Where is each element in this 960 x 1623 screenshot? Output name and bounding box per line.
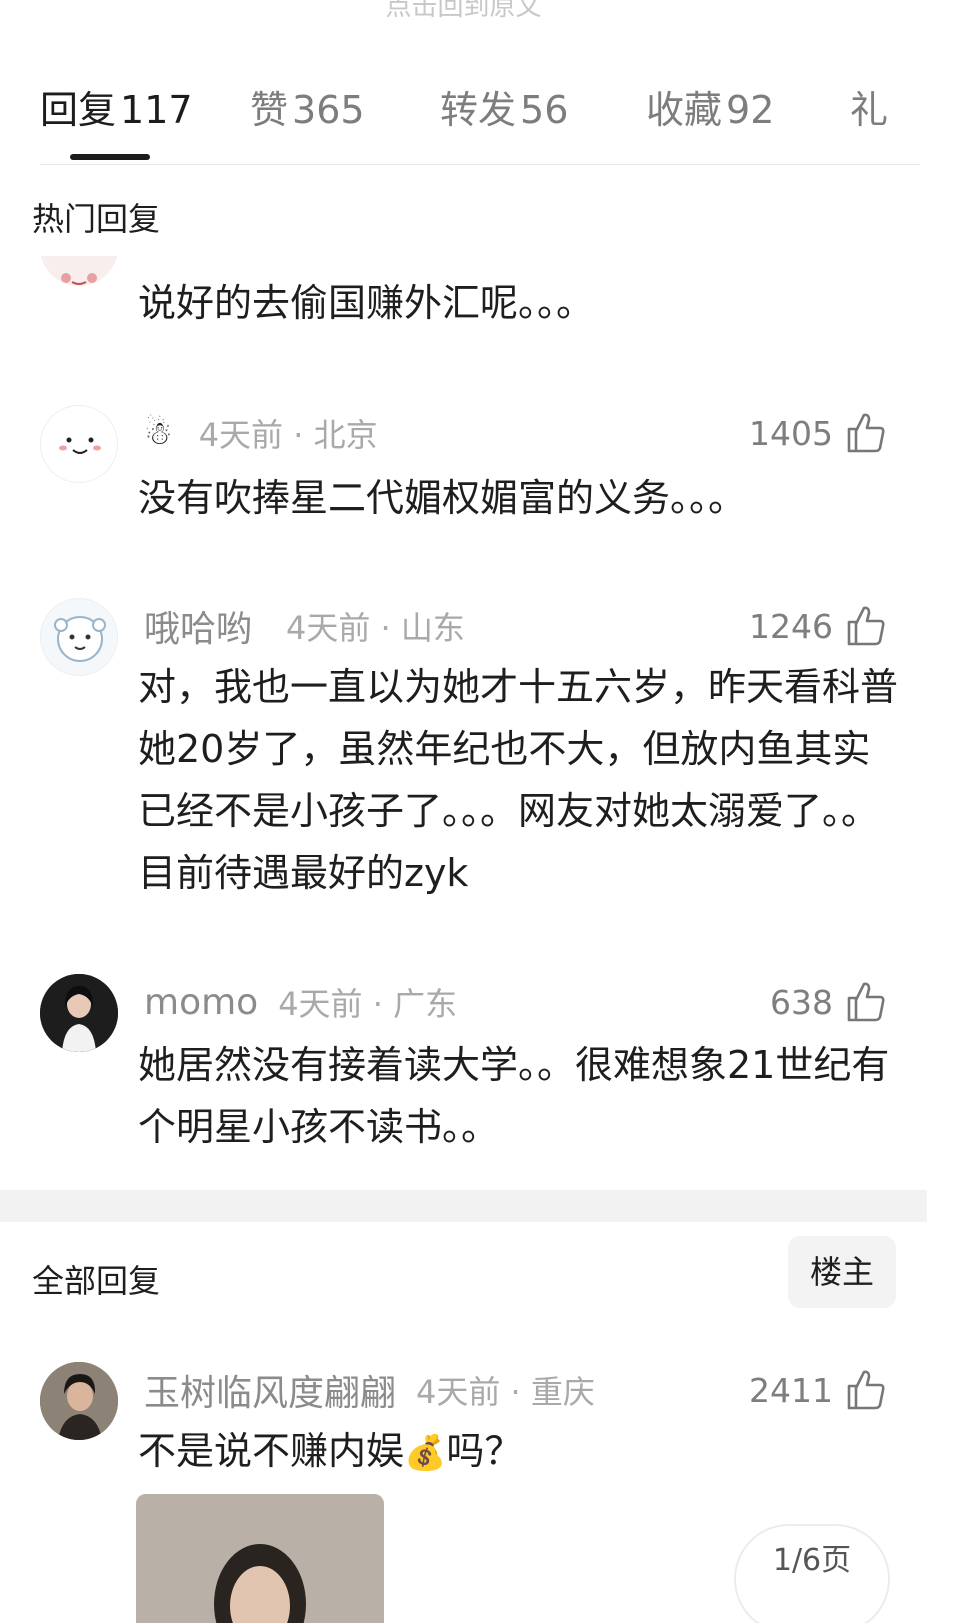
comment-text-part: 吗？ bbox=[446, 1429, 523, 1473]
comment-text-part: 不是说不赚内娱 bbox=[138, 1429, 405, 1473]
comment-meta: 哦哈哟 4天前 · 山东 bbox=[144, 598, 465, 654]
comment-time-location: 4天前 · 重庆 bbox=[416, 1373, 595, 1411]
like-button[interactable]: 638 bbox=[770, 976, 887, 1028]
comment-time-location: 4天前 · 广东 bbox=[278, 985, 458, 1023]
comment-text: 她居然没有接着读大学。。很难想象21世纪有个明星小孩不读书。。 bbox=[138, 1043, 890, 1149]
money-bag-icon: 💰 bbox=[404, 1433, 447, 1473]
comment-time-location: 4天前 · 北京 bbox=[198, 416, 378, 454]
active-tab-indicator bbox=[70, 154, 150, 160]
like-button[interactable]: 2411 bbox=[749, 1364, 887, 1416]
comment-meta: ☃ 4天前 · 北京 bbox=[144, 405, 378, 461]
username[interactable]: 哦哈哟 bbox=[144, 600, 252, 652]
username[interactable]: 玉树临风度翩翩 bbox=[144, 1364, 396, 1416]
comment-meta: momo 4天前 · 广东 bbox=[144, 974, 457, 1030]
comment-image-thumbnail[interactable] bbox=[136, 1494, 384, 1623]
photo-thumbnail-icon bbox=[136, 1494, 384, 1623]
comment-item[interactable]: 玉树临风度翩翩 4天前 · 重庆 2411 不是说不赚内娱💰吗？ bbox=[0, 1362, 927, 1492]
like-button[interactable]: 1246 bbox=[749, 600, 887, 652]
avatar[interactable] bbox=[40, 974, 118, 1052]
tab-favorites-label: 收藏 bbox=[646, 88, 723, 132]
user-photo-icon bbox=[40, 974, 118, 1052]
comment-text: 说好的去偷国赚外汇呢。。。 bbox=[138, 281, 595, 325]
tab-likes[interactable]: 赞 365 bbox=[250, 80, 365, 140]
tab-replies-label: 回复 bbox=[40, 88, 117, 132]
comment-text: 没有吹捧星二代媚权媚富的义务。。。 bbox=[138, 476, 747, 520]
comment-text: 不是说不赚内娱💰吗？ bbox=[138, 1420, 898, 1484]
avatar[interactable] bbox=[40, 1362, 118, 1440]
like-count: 1405 bbox=[749, 413, 833, 453]
tab-reposts-count: 56 bbox=[520, 88, 569, 132]
tab-replies-count: 117 bbox=[120, 88, 193, 132]
comment-item[interactable]: ☃ 4天前 · 北京 1405 没有吹捧星二代媚权媚富的义务。。。 bbox=[0, 405, 927, 565]
section-separator bbox=[0, 1190, 927, 1222]
thumbs-up-icon bbox=[847, 982, 885, 1022]
op-only-filter-button[interactable]: 楼主 bbox=[788, 1236, 896, 1308]
like-count: 2411 bbox=[749, 1370, 833, 1410]
tabs-divider bbox=[40, 164, 920, 165]
avatar[interactable] bbox=[40, 405, 118, 483]
tab-likes-count: 365 bbox=[292, 88, 365, 132]
tab-gifts[interactable]: 礼 bbox=[850, 80, 888, 140]
all-replies-title: 全部回复 bbox=[32, 1262, 161, 1300]
like-count: 638 bbox=[770, 982, 833, 1022]
tab-gifts-label: 礼 bbox=[850, 88, 889, 132]
sheep-illustration-icon bbox=[54, 616, 106, 662]
page-indicator[interactable]: 1/6页 bbox=[734, 1524, 890, 1623]
tab-favorites-count: 92 bbox=[726, 88, 775, 132]
tab-favorites[interactable]: 收藏 92 bbox=[646, 80, 774, 140]
tab-reposts-label: 转发 bbox=[440, 88, 517, 132]
comment-item[interactable]: momo 4天前 · 广东 638 她居然没有接着读大学。。很难想象21世纪有个… bbox=[0, 974, 927, 1174]
user-photo-icon bbox=[40, 1362, 118, 1440]
comment-text: 对，我也一直以为她才十五六岁，昨天看科普她20岁了，虽然年纪也不大，但放内鱼其实… bbox=[138, 665, 899, 895]
hot-replies-title-overlay: 热门回复 bbox=[32, 200, 161, 238]
avatar[interactable] bbox=[40, 598, 118, 676]
tab-reposts[interactable]: 转发 56 bbox=[440, 80, 568, 140]
comment-item[interactable]: 哦哈哟 4天前 · 山东 1246 对，我也一直以为她才十五六岁，昨天看科普她2… bbox=[0, 598, 927, 918]
username[interactable]: momo bbox=[144, 982, 258, 1023]
snowman-badge-icon: ☃ bbox=[144, 414, 173, 452]
comment-time-location: 4天前 · 山东 bbox=[286, 609, 465, 647]
like-button[interactable]: 1405 bbox=[749, 407, 887, 459]
like-count: 1246 bbox=[749, 606, 833, 646]
smiley-face-icon bbox=[59, 437, 101, 454]
thumbs-up-icon bbox=[847, 606, 885, 646]
back-to-original-link[interactable]: 点击回到原文 bbox=[0, 0, 927, 23]
tab-replies[interactable]: 回复 117 bbox=[40, 80, 193, 140]
tab-bar: 回复 117 赞 365 转发 56 收藏 92 礼 bbox=[40, 80, 920, 164]
tab-likes-label: 赞 bbox=[250, 88, 289, 132]
thumbs-up-icon bbox=[847, 413, 885, 453]
comment-meta: 玉树临风度翩翩 4天前 · 重庆 bbox=[144, 1362, 595, 1418]
thumbs-up-icon bbox=[847, 1370, 885, 1410]
